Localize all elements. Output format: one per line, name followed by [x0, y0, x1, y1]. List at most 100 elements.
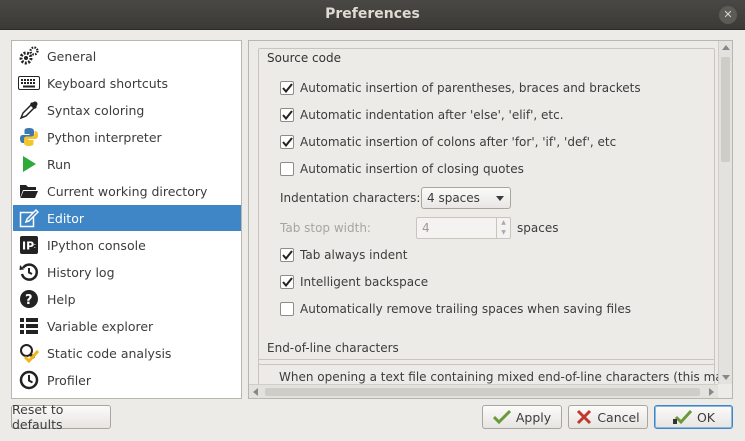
sidebar-item-run[interactable]: Run	[13, 151, 241, 177]
sidebar-item-label: General	[47, 48, 97, 64]
eol-title: End-of-line characters	[267, 341, 399, 355]
checkbox-label: Tab always indent	[300, 248, 408, 262]
checkbox-label: Automatic insertion of parentheses, brac…	[300, 81, 641, 95]
horizontal-scrollbar[interactable]	[249, 384, 718, 398]
checkbox-checked[interactable]	[280, 275, 294, 289]
checkbox-checked[interactable]	[280, 135, 294, 149]
source-code-title: Source code	[267, 51, 341, 65]
chevron-down-icon	[496, 196, 504, 201]
checkbox-checked[interactable]	[280, 108, 294, 122]
sidebar-item-keyboard-shortcuts[interactable]: Keyboard shortcuts	[13, 70, 241, 96]
ok-icon	[672, 409, 692, 425]
sidebar-item-label: Help	[47, 291, 76, 307]
reset-label: Reset to defaults	[12, 402, 64, 432]
checkbox-label: Automatic insertion of colons after 'for…	[300, 135, 617, 149]
remove-trailing-spaces-checkbox[interactable]: Automatically remove trailing spaces whe…	[280, 302, 631, 316]
scroll-right-icon[interactable]	[709, 388, 714, 396]
svg-text:IP: IP	[22, 240, 34, 253]
sidebar-item-syntax-coloring[interactable]: Syntax coloring	[13, 97, 241, 123]
spin-buttons[interactable]: ▲ ▼	[496, 218, 510, 238]
tab-stop-unit: spaces	[517, 221, 559, 235]
eyedropper-icon	[18, 99, 40, 121]
checkbox-checked[interactable]	[280, 81, 294, 95]
sidebar-item-label: IPython console	[47, 237, 146, 253]
apply-label: Apply	[515, 409, 552, 425]
ipython-icon: IP:	[18, 234, 40, 256]
sidebar-item-history-log[interactable]: History log	[13, 259, 241, 285]
checkmark-icon	[492, 409, 511, 425]
sidebar-item-profiler[interactable]: Profiler	[13, 367, 241, 393]
checkbox-unchecked[interactable]	[280, 302, 294, 316]
sidebar-item-label: Static code analysis	[47, 345, 172, 361]
auto-parentheses-checkbox[interactable]: Automatic insertion of parentheses, brac…	[280, 81, 641, 95]
scroll-up-icon[interactable]	[722, 45, 730, 50]
sidebar-item-variable-explorer[interactable]: Variable explorer	[13, 313, 241, 339]
sidebar-item-label: Run	[47, 156, 71, 172]
ok-label: OK	[696, 409, 716, 425]
sidebar-item-ipython-console[interactable]: IP: IPython console	[13, 232, 241, 258]
sidebar-item-label: Syntax coloring	[47, 102, 145, 118]
scroll-down-icon[interactable]	[722, 375, 730, 380]
auto-indentation-checkbox[interactable]: Automatic indentation after 'else', 'eli…	[280, 108, 564, 122]
checkbox-label: Automatic indentation after 'else', 'eli…	[300, 108, 564, 122]
sidebar-item-label: Profiler	[47, 372, 92, 388]
sidebar-item-label: History log	[47, 264, 115, 280]
tab-stop-row: Tab stop width: 4 ▲ ▼ spaces	[280, 217, 558, 239]
auto-colons-checkbox[interactable]: Automatic insertion of colons after 'for…	[280, 135, 616, 149]
tab-stop-label: Tab stop width:	[280, 221, 371, 235]
sidebar-item-general[interactable]: General	[13, 43, 241, 69]
folder-open-icon	[18, 180, 40, 202]
svg-text:?: ?	[25, 293, 33, 308]
title-bar: Preferences ✕	[0, 0, 745, 30]
sidebar-item-help[interactable]: ? Help	[13, 286, 241, 312]
reset-to-defaults-button[interactable]: Reset to defaults	[11, 402, 111, 432]
auto-closing-quotes-checkbox[interactable]: Automatic insertion of closing quotes	[280, 162, 524, 176]
sidebar-item-label: Keyboard shortcuts	[47, 75, 169, 91]
ok-button[interactable]: OK	[654, 405, 733, 429]
sidebar-item-editor[interactable]: Editor	[13, 205, 241, 231]
indentation-combobox[interactable]: 4 spaces	[421, 187, 511, 209]
scrollbar-thumb[interactable]	[265, 388, 700, 396]
keyboard-icon	[18, 72, 40, 94]
editor-icon	[18, 207, 40, 229]
gears-icon	[18, 45, 40, 67]
checkbox-label: Intelligent backspace	[300, 275, 429, 289]
checkbox-label: Automatic insertion of closing quotes	[300, 162, 524, 176]
indentation-row: Indentation characters: 4 spaces	[280, 187, 511, 209]
help-icon: ?	[18, 288, 40, 310]
editor-settings-panel: Source code Automatic insertion of paren…	[248, 40, 733, 399]
cancel-icon	[576, 409, 592, 425]
list-icon	[18, 315, 40, 337]
apply-button[interactable]: Apply	[482, 405, 562, 429]
sidebar-item-current-working-directory[interactable]: Current working directory	[13, 178, 241, 204]
eol-description: When opening a text file containing mixe…	[279, 370, 719, 384]
window-title: Preferences	[325, 6, 420, 22]
sidebar-item-label: Variable explorer	[47, 318, 154, 334]
tab-stop-spinbox[interactable]: 4 ▲ ▼	[416, 217, 511, 239]
sidebar-item-python-interpreter[interactable]: Python interpreter	[13, 124, 241, 150]
intelligent-backspace-checkbox[interactable]: Intelligent backspace	[280, 275, 428, 289]
checkbox-label: Automatically remove trailing spaces whe…	[300, 302, 631, 316]
svg-text::: :	[34, 241, 37, 250]
sidebar-item-static-code-analysis[interactable]: Static code analysis	[13, 340, 241, 366]
tab-stop-value: 4	[422, 221, 430, 235]
scroll-left-icon[interactable]	[253, 388, 258, 396]
checkbox-checked[interactable]	[280, 248, 294, 262]
close-icon[interactable]: ✕	[719, 6, 737, 24]
indentation-value: 4 spaces	[427, 191, 480, 205]
play-icon	[18, 153, 40, 175]
indentation-label: Indentation characters:	[280, 191, 421, 205]
preferences-sidebar: General Keyboard shortcuts Syntax colori…	[11, 40, 242, 399]
tab-always-indent-checkbox[interactable]: Tab always indent	[280, 248, 407, 262]
sidebar-item-label: Current working directory	[47, 183, 208, 199]
cancel-button[interactable]: Cancel	[568, 405, 648, 429]
sidebar-item-label: Python interpreter	[47, 129, 162, 145]
history-icon	[18, 261, 40, 283]
cancel-label: Cancel	[597, 409, 640, 425]
python-icon	[18, 126, 40, 148]
analysis-icon	[18, 342, 40, 364]
checkbox-unchecked[interactable]	[280, 162, 294, 176]
sidebar-item-label: Editor	[47, 210, 84, 226]
scrollbar-thumb[interactable]	[721, 57, 730, 162]
vertical-scrollbar[interactable]	[718, 41, 732, 384]
